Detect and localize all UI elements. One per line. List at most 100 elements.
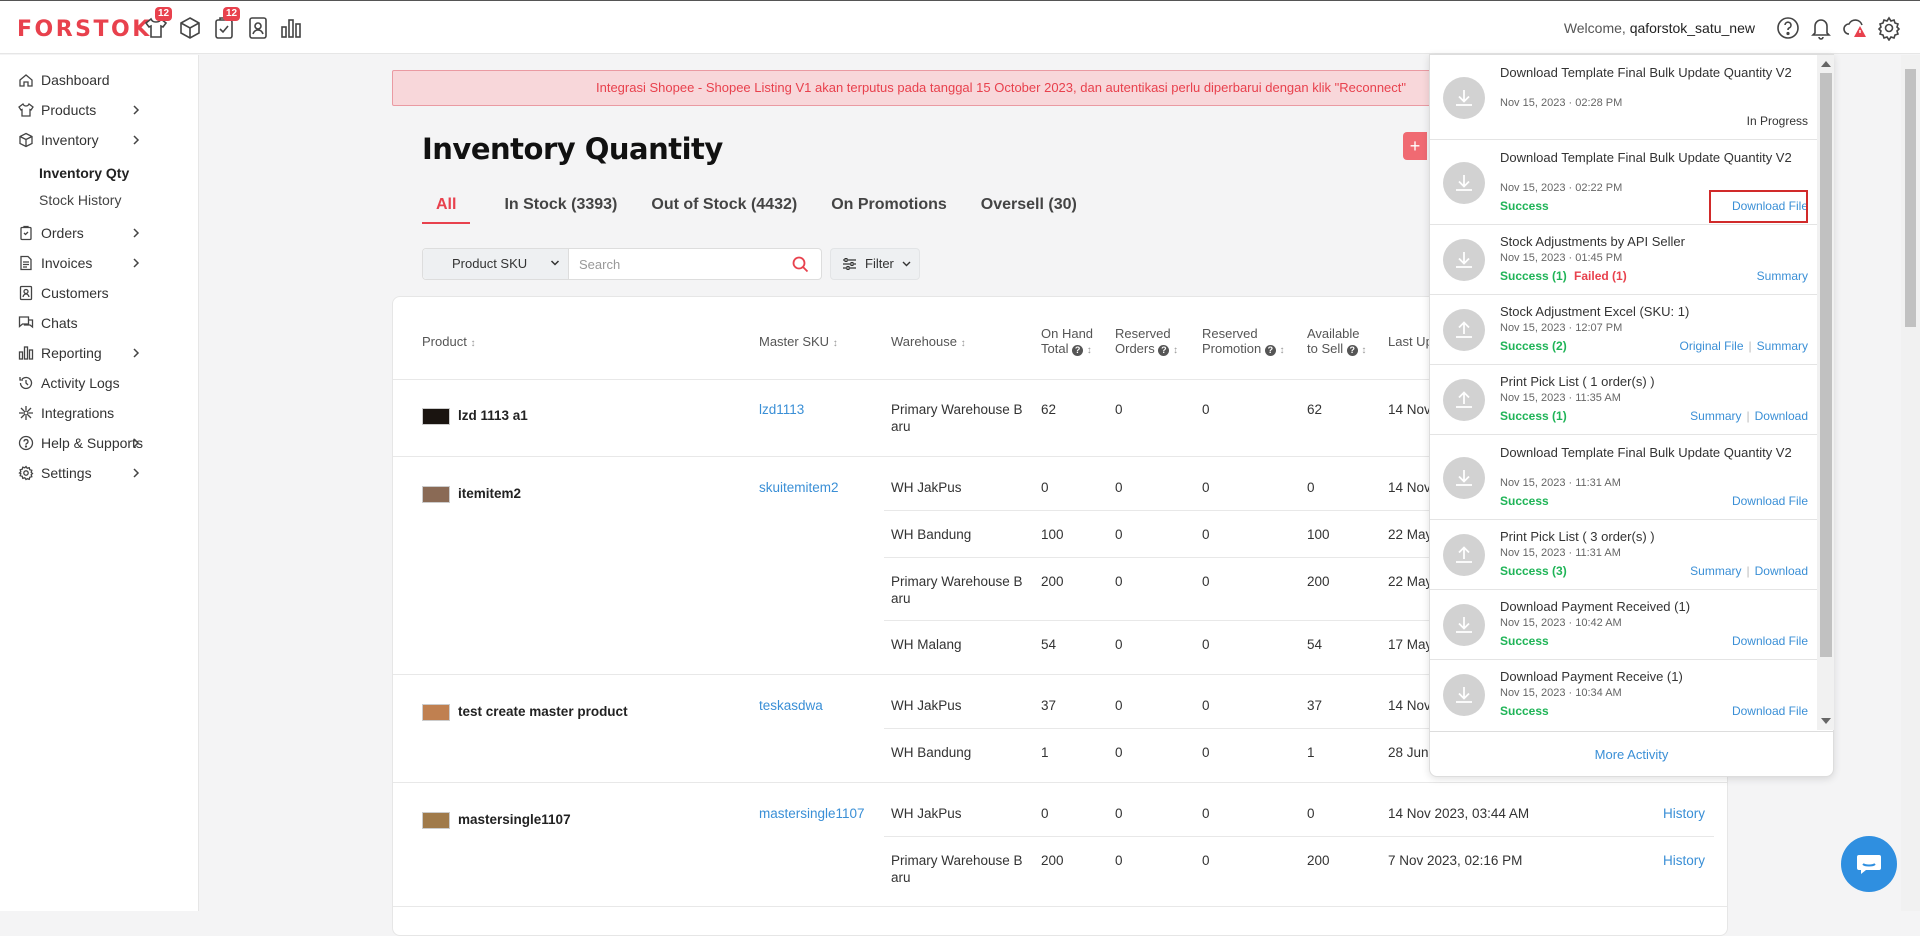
header-available-to-sell[interactable]: Available to Sell ? ↕ <box>1307 326 1366 358</box>
sidebar-item-dashboard[interactable]: Dashboard <box>0 67 199 93</box>
download-file-link[interactable]: Download File <box>1732 494 1808 508</box>
header-label: Warehouse <box>891 334 957 349</box>
master-sku-link[interactable]: mastersingle1107 <box>759 805 865 822</box>
sidebar-item-integrations[interactable]: Integrations <box>0 400 199 426</box>
add-button[interactable]: + <box>1403 132 1427 160</box>
search-icon[interactable] <box>792 256 809 273</box>
header-label: On Hand <box>1041 326 1094 341</box>
sidebar-item-invoices[interactable]: Invoices <box>0 250 199 276</box>
divider <box>393 782 1727 783</box>
orders-nav-icon[interactable]: 12 <box>211 7 241 41</box>
activity-links: Original File | Summary <box>1680 339 1809 353</box>
help-icon[interactable]: ? <box>1264 345 1276 356</box>
original-file-link[interactable]: Original File <box>1680 339 1744 353</box>
product-thumbnail[interactable] <box>422 704 450 721</box>
download-link[interactable]: Download <box>1755 564 1808 578</box>
history-link[interactable]: History <box>1663 852 1705 869</box>
upload-icon <box>1443 534 1485 576</box>
download-icon <box>1443 457 1485 499</box>
customers-nav-icon[interactable] <box>245 15 271 41</box>
tab-in-stock[interactable]: In Stock (3393) <box>504 196 617 224</box>
products-nav-icon[interactable]: 12 <box>143 7 173 41</box>
header-product[interactable]: Product ↕ <box>422 334 475 351</box>
link-separator: | <box>1746 409 1750 423</box>
tab-out-of-stock[interactable]: Out of Stock (4432) <box>651 196 797 224</box>
history-link[interactable]: History <box>1663 805 1705 822</box>
sidebar-item-products[interactable]: Products <box>0 97 199 123</box>
sidebar-item-reporting[interactable]: Reporting <box>0 340 199 366</box>
download-file-link[interactable]: Download File <box>1732 704 1808 718</box>
header-on-hand-total[interactable]: On Hand Total ? ↕ <box>1041 326 1093 358</box>
sidebar-item-customers[interactable]: Customers <box>0 280 199 306</box>
tab-on-promotions[interactable]: On Promotions <box>831 196 947 224</box>
activity-date: Nov 15, 2023 · 10:34 AM <box>1500 687 1622 699</box>
filter-button[interactable]: Filter <box>830 248 920 280</box>
page-scrollbar-thumb[interactable] <box>1905 69 1916 327</box>
chevron-right-icon <box>133 468 140 478</box>
forstok-logo[interactable]: FORSTOK <box>17 17 152 42</box>
help-button[interactable] <box>1775 15 1801 41</box>
sort-icon: ↕ <box>1361 345 1367 356</box>
header-last-updated[interactable]: Last Up <box>1388 334 1433 349</box>
master-sku-link[interactable]: lzd1113 <box>759 401 804 418</box>
chevron-right-icon <box>133 348 140 358</box>
product-name[interactable]: lzd 1113 a1 <box>458 408 528 423</box>
username[interactable]: qaforstok_satu_new <box>1630 20 1755 36</box>
header-master-sku[interactable]: Master SKU ↕ <box>759 334 838 351</box>
activity-scrollbar[interactable] <box>1817 55 1834 730</box>
sidebar-item-activity-logs[interactable]: Activity Logs <box>0 370 199 396</box>
sidebar-subitem-stock-history[interactable]: Stock History <box>39 192 121 208</box>
settings-button[interactable] <box>1876 15 1902 42</box>
reporting-nav-icon[interactable] <box>278 15 304 41</box>
master-sku-link[interactable]: skuitemitem2 <box>759 479 839 496</box>
inventory-nav-icon[interactable] <box>177 15 203 41</box>
sidebar-item-inventory[interactable]: Inventory <box>0 127 199 153</box>
search-field-select[interactable]: Product SKU <box>423 249 569 279</box>
help-icon[interactable]: ? <box>1158 345 1170 356</box>
chevron-right-icon <box>133 438 140 448</box>
sidebar-subitem-inventory-qty[interactable]: Inventory Qty <box>39 165 129 181</box>
reserved-promotion-value: 0 <box>1202 480 1210 495</box>
download-link[interactable]: Download <box>1755 409 1808 423</box>
summary-link[interactable]: Summary <box>1757 339 1808 353</box>
page-scrollbar[interactable] <box>1901 55 1920 911</box>
master-sku-link[interactable]: teskasdwa <box>759 697 823 714</box>
header-warehouse[interactable]: Warehouse ↕ <box>891 334 966 351</box>
activity-item: Download Payment Received (1) Nov 15, 20… <box>1430 590 1817 660</box>
product-name[interactable]: mastersingle1107 <box>458 812 571 827</box>
product-thumbnail[interactable] <box>422 486 450 503</box>
header-reserved-orders[interactable]: Reserved Orders ? ↕ <box>1115 326 1178 358</box>
header-reserved-promotion[interactable]: Reserved Promotion ? ↕ <box>1202 326 1285 358</box>
download-file-link[interactable]: Download File <box>1732 634 1808 648</box>
tab-oversell[interactable]: Oversell (30) <box>981 196 1077 224</box>
chat-widget-button[interactable] <box>1841 836 1897 892</box>
sidebar-item-chats[interactable]: Chats <box>0 310 199 336</box>
search-input[interactable] <box>571 249 781 279</box>
summary-link[interactable]: Summary <box>1690 564 1741 578</box>
scroll-down-arrow[interactable] <box>1821 718 1831 724</box>
search-field-select-value: Product SKU <box>452 256 528 271</box>
product-name[interactable]: test create master product <box>458 704 628 719</box>
product-thumbnail[interactable] <box>422 812 450 829</box>
help-icon[interactable]: ? <box>1346 345 1358 356</box>
summary-link[interactable]: Summary <box>1757 269 1808 283</box>
sidebar-item-help-supports[interactable]: Help & Supports <box>0 430 199 456</box>
product-name[interactable]: itemitem2 <box>458 486 521 501</box>
more-activity-link[interactable]: More Activity <box>1430 731 1833 777</box>
sidebar-item-settings[interactable]: Settings <box>0 460 199 486</box>
activity-item: Download Template Final Bulk Update Quan… <box>1430 435 1817 520</box>
tab-all[interactable]: All <box>422 196 471 224</box>
activity-links: Summary | Download <box>1690 564 1808 578</box>
download-icon <box>1443 77 1485 119</box>
sidebar-item-orders[interactable]: Orders <box>0 220 199 246</box>
reserved-orders-value: 0 <box>1115 806 1123 821</box>
search-bar: Product SKU <box>422 248 822 280</box>
warehouse-line: aru <box>891 419 911 434</box>
product-thumbnail[interactable] <box>422 408 450 425</box>
notification-button[interactable] <box>1808 15 1834 41</box>
scrollbar-thumb[interactable] <box>1820 73 1832 657</box>
activity-button[interactable] <box>1842 15 1868 41</box>
summary-link[interactable]: Summary <box>1690 409 1741 423</box>
help-icon[interactable]: ? <box>1072 345 1084 356</box>
scroll-up-arrow[interactable] <box>1821 61 1831 67</box>
